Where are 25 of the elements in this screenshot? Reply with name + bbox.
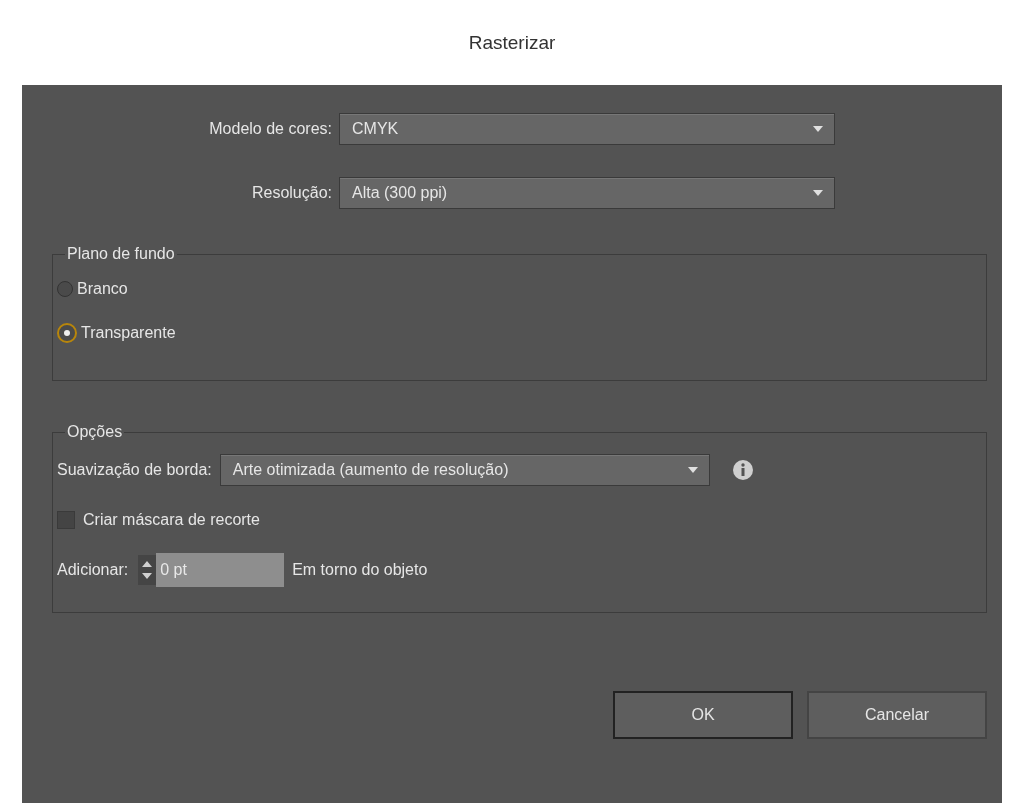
dialog-button[interactable]: Cancelar (807, 691, 987, 739)
field-suffix: Em torno do objeto (292, 561, 428, 579)
caret-icon (812, 125, 824, 133)
radio-option[interactable]: Branco (57, 267, 968, 311)
field-label: Resolução: (250, 184, 333, 202)
radio-button[interactable] (57, 281, 73, 297)
caret-icon (812, 189, 824, 197)
field-label: Adicionar: (57, 561, 129, 579)
field-label: Suavização de borda: (57, 461, 212, 479)
caret-icon (686, 466, 699, 474)
dialog-button[interactable]: OK (613, 691, 793, 739)
dropdown[interactable]: CMYK (339, 113, 835, 145)
spinner-icon[interactable] (138, 555, 157, 585)
group-title: Opções (66, 423, 124, 441)
field-label: Modelo de cores: (208, 120, 333, 138)
checkbox[interactable] (57, 511, 75, 529)
checkbox-option[interactable]: Criar máscara de recorte (57, 495, 968, 545)
dropdown[interactable]: Alta (300 ppi) (339, 177, 835, 209)
dropdown[interactable]: Arte otimizada (aumento de resolução) (219, 454, 710, 486)
window-title: Rasterizar (468, 31, 556, 54)
info-icon[interactable] (731, 459, 754, 481)
radio-option[interactable]: Transparente (57, 311, 968, 355)
input-field[interactable]: 0 pt (156, 553, 285, 587)
radio-button[interactable] (57, 323, 77, 343)
group-title: Plano de fundo (66, 245, 176, 263)
